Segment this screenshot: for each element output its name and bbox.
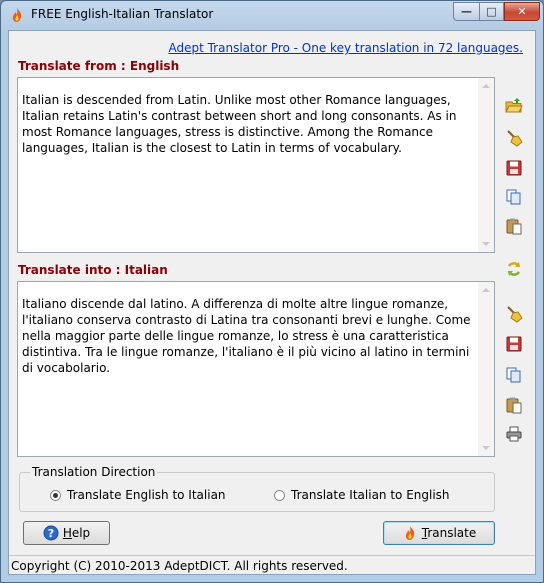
radio-label: Translate English to Italian (67, 488, 226, 502)
flame-app-icon (12, 8, 22, 22)
paste-icon[interactable] (503, 215, 525, 237)
target-label: Translate into : Italian (18, 263, 168, 277)
flame-icon (405, 526, 414, 540)
help-label: Help (62, 526, 91, 540)
broom-clear-icon[interactable] (503, 127, 525, 149)
target-textarea[interactable]: Italiano discende dal latino. A differen… (17, 281, 495, 457)
copy-icon[interactable] (503, 186, 525, 208)
scroll-up-icon[interactable] (482, 288, 490, 292)
broom-clear-icon[interactable] (503, 303, 525, 325)
translate-label: Translate (421, 526, 477, 540)
maximize-button[interactable]: □ (479, 2, 504, 21)
client-area: Adept Translator Pro - One key translati… (8, 30, 536, 575)
source-textarea[interactable]: Italian is descended from Latin. Unlike … (17, 77, 495, 253)
minimize-icon: — (461, 5, 472, 18)
svg-text:?: ? (48, 527, 54, 540)
save-disk-icon[interactable] (503, 157, 525, 179)
scroll-down-icon[interactable] (482, 446, 490, 450)
radio-label: Translate Italian to English (291, 488, 450, 502)
radio-italian-to-english[interactable]: Translate Italian to English (274, 488, 450, 502)
title-bar[interactable]: FREE English-Italian Translator — □ ✕ (1, 1, 543, 29)
target-text[interactable]: Italiano discende dal latino. A differen… (22, 296, 472, 376)
paste-icon[interactable] (503, 394, 525, 416)
open-folder-icon[interactable] (503, 95, 525, 117)
printer-icon[interactable] (503, 423, 525, 445)
status-bar: Copyright (C) 2010-2013 AdeptDICT. All r… (9, 555, 535, 576)
scroll-up-icon[interactable] (482, 84, 490, 88)
maximize-icon: □ (486, 5, 497, 18)
radio-english-to-italian[interactable]: Translate English to Italian (50, 488, 226, 502)
translate-button[interactable]: Translate (383, 521, 495, 545)
direction-caption: Translation Direction (30, 465, 158, 479)
status-text: Copyright (C) 2010-2013 AdeptDICT. All r… (11, 559, 348, 573)
source-label: Translate from : English (18, 59, 180, 73)
target-scrollbar[interactable] (478, 282, 494, 456)
direction-group: Translation Direction Translate English … (19, 465, 495, 512)
promo-link[interactable]: Adept Translator Pro - One key translati… (168, 41, 523, 55)
close-button[interactable]: ✕ (504, 2, 540, 21)
app-window: FREE English-Italian Translator — □ ✕ Ad… (0, 0, 544, 583)
close-icon: ✕ (517, 5, 527, 18)
help-button[interactable]: ? Help (23, 521, 110, 545)
help-icon: ? (43, 525, 59, 541)
radio-unselected-icon[interactable] (274, 489, 285, 501)
source-scrollbar[interactable] (478, 78, 494, 252)
save-disk-icon[interactable] (503, 333, 525, 355)
window-title: FREE English-Italian Translator (31, 7, 214, 21)
radio-selected-icon[interactable] (50, 489, 61, 501)
scroll-down-icon[interactable] (482, 242, 490, 246)
copy-icon[interactable] (503, 364, 525, 386)
swap-arrows-icon[interactable] (503, 258, 525, 280)
source-text[interactable]: Italian is descended from Latin. Unlike … (22, 92, 472, 156)
minimize-button[interactable]: — (453, 2, 479, 21)
